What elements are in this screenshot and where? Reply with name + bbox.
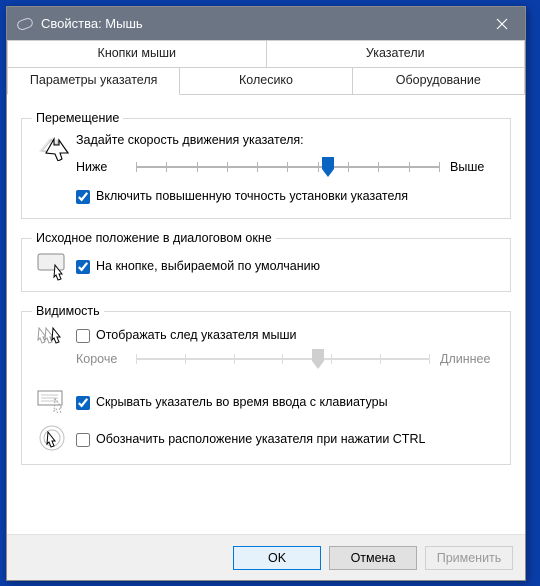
speed-label-slow: Ниже (76, 160, 126, 174)
trails-checkbox[interactable]: Отображать след указателя мыши (76, 328, 500, 343)
trails-input[interactable] (76, 329, 90, 343)
pointer-options-panel: Перемещение Задайте скорость движения ук… (7, 95, 525, 534)
ok-button[interactable]: OK (233, 546, 321, 570)
ctrl-locate-label: Обозначить расположение указателя при на… (96, 432, 425, 446)
mouse-properties-window: Свойства: Мышь Кнопки мыши Указатели Пар… (6, 6, 526, 581)
trails-label-short: Короче (76, 352, 126, 366)
group-snapto: Исходное положение в диалоговом окне (21, 231, 511, 292)
client-area: Кнопки мыши Указатели Параметры указател… (7, 40, 525, 580)
trails-label-long: Длиннее (440, 352, 500, 366)
ctrl-locate-input[interactable] (76, 433, 90, 447)
pointer-speed-icon (32, 131, 76, 161)
snapto-input[interactable] (76, 260, 90, 274)
mouse-app-icon (16, 16, 34, 31)
group-snapto-legend: Исходное положение в диалоговом окне (32, 231, 276, 245)
tab-wheel[interactable]: Колесико (180, 67, 352, 95)
apply-button: Применить (425, 546, 513, 570)
ctrl-locate-icon (32, 424, 76, 454)
snapto-icon (32, 251, 76, 281)
motion-heading: Задайте скорость движения указателя: (76, 133, 500, 147)
hide-typing-checkbox[interactable]: Скрывать указатель во время ввода с клав… (76, 395, 500, 410)
dialog-button-bar: OK Отмена Применить (7, 534, 525, 580)
titlebar[interactable]: Свойства: Мышь (7, 7, 525, 40)
enhance-precision-checkbox[interactable]: Включить повышенную точность установки у… (76, 189, 500, 204)
group-visibility-legend: Видимость (32, 304, 104, 318)
group-motion: Перемещение Задайте скорость движения ук… (21, 111, 511, 219)
enhance-precision-input[interactable] (76, 190, 90, 204)
cancel-button[interactable]: Отмена (329, 546, 417, 570)
close-button[interactable] (479, 7, 525, 40)
enhance-precision-label: Включить повышенную точность установки у… (96, 189, 408, 203)
pointer-trails-slider (136, 347, 430, 371)
tab-strip: Кнопки мыши Указатели Параметры указател… (7, 40, 525, 95)
hide-typing-label: Скрывать указатель во время ввода с клав… (96, 395, 388, 409)
group-visibility: Видимость (21, 304, 511, 465)
tab-pointers[interactable]: Указатели (267, 40, 526, 67)
window-title: Свойства: Мышь (41, 16, 143, 31)
tab-hardware[interactable]: Оборудование (353, 67, 525, 95)
pointer-speed-slider[interactable] (136, 155, 440, 179)
snapto-label: На кнопке, выбираемой по умолчанию (96, 259, 320, 273)
hide-while-typing-icon (32, 387, 76, 413)
ctrl-locate-checkbox[interactable]: Обозначить расположение указателя при на… (76, 432, 500, 447)
tab-pointer-options[interactable]: Параметры указателя (7, 67, 180, 95)
snapto-checkbox[interactable]: На кнопке, выбираемой по умолчанию (76, 259, 500, 274)
close-icon (496, 18, 508, 30)
tab-buttons[interactable]: Кнопки мыши (7, 40, 267, 67)
group-motion-legend: Перемещение (32, 111, 123, 125)
speed-label-fast: Выше (450, 160, 500, 174)
trails-label: Отображать след указателя мыши (96, 328, 297, 342)
pointer-trails-icon (32, 324, 76, 352)
hide-typing-input[interactable] (76, 396, 90, 410)
